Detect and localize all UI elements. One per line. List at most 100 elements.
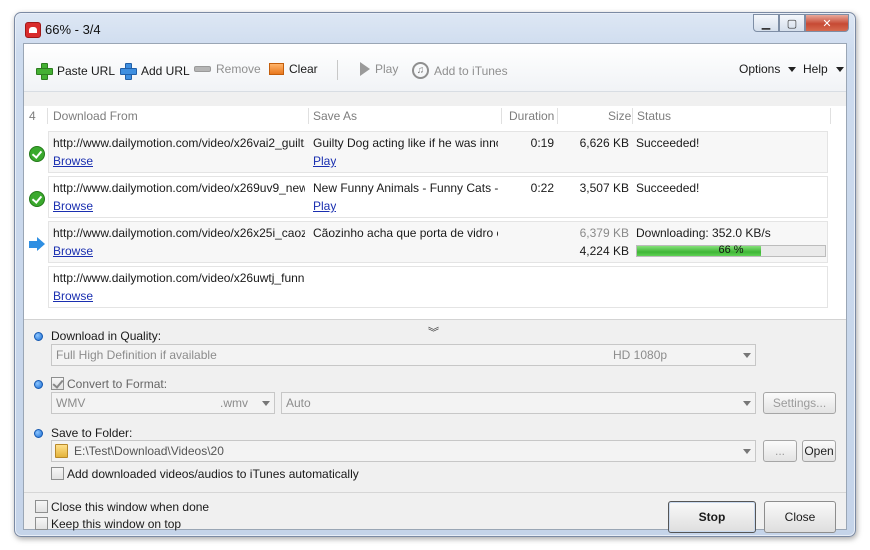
folder-select[interactable]: E:\Test\Download\Videos\20 bbox=[51, 440, 756, 462]
column-divider bbox=[632, 108, 633, 124]
row-url: http://www.dailymotion.com/video/x26vai2… bbox=[53, 136, 305, 150]
folder-value: E:\Test\Download\Videos\20 bbox=[74, 444, 224, 458]
itunes-note-icon: ♫ bbox=[412, 62, 429, 79]
itunes-check-label: Add downloaded videos/audios to iTunes a… bbox=[67, 467, 359, 481]
column-divider bbox=[557, 108, 558, 124]
format-value: WMV bbox=[56, 396, 86, 410]
green-plus-icon bbox=[35, 62, 53, 80]
play-link[interactable]: Play bbox=[313, 199, 336, 213]
options-label: Options bbox=[739, 62, 781, 76]
chevron-down-icon bbox=[743, 401, 751, 406]
collapse-chevron-icon[interactable]: ︾ bbox=[428, 324, 439, 340]
settings-button[interactable]: Settings... bbox=[763, 392, 836, 414]
bullet-icon bbox=[34, 380, 43, 389]
row-url: http://www.dailymotion.com/video/x26uwtj… bbox=[53, 271, 305, 285]
row-save-as: Guilty Dog acting like if he was inno... bbox=[313, 136, 498, 150]
column-divider bbox=[501, 108, 502, 124]
column-divider bbox=[308, 108, 309, 124]
row-url: http://www.dailymotion.com/video/x26x25i… bbox=[53, 226, 305, 240]
row-save-as: Cãozinho acha que porta de vidro e... bbox=[313, 226, 498, 240]
quality-tag: HD 1080p bbox=[613, 348, 668, 362]
remove-button[interactable]: Remove bbox=[194, 62, 261, 76]
column-size[interactable]: Size bbox=[608, 109, 631, 123]
help-label: Help bbox=[803, 62, 828, 76]
download-progress-bar: 66 % bbox=[636, 244, 826, 257]
close-when-done-checkbox[interactable] bbox=[35, 500, 48, 513]
clear-label: Clear bbox=[289, 62, 318, 76]
add-to-itunes-button[interactable]: ♫ Add to iTunes bbox=[412, 62, 508, 79]
chevron-down-icon bbox=[743, 449, 751, 454]
browse-link[interactable]: Browse bbox=[53, 199, 93, 213]
close-button[interactable]: Close bbox=[764, 501, 836, 533]
preset-value: Auto bbox=[286, 396, 311, 410]
play-link[interactable]: Play bbox=[313, 154, 336, 168]
check-circle-icon bbox=[29, 191, 45, 207]
folder-label: Save to Folder: bbox=[51, 426, 133, 440]
row-size-done: 4,224 KB bbox=[579, 244, 629, 258]
progress-percent-sign: % bbox=[733, 244, 744, 256]
eraser-icon bbox=[269, 63, 284, 75]
close-window-button[interactable]: ✕ bbox=[805, 14, 849, 32]
folder-icon bbox=[55, 444, 68, 458]
chevron-down-icon bbox=[835, 66, 844, 72]
paste-url-button[interactable]: Paste URL bbox=[35, 62, 116, 80]
add-url-label: Add URL bbox=[141, 63, 190, 78]
row-size: 6,626 KB bbox=[579, 136, 629, 150]
app-window: 66% - 3/4 ▁ ▢ ✕ Paste URL Add URL Remove bbox=[14, 12, 856, 537]
quality-value: Full High Definition if available bbox=[56, 348, 217, 362]
toolbar-divider bbox=[337, 60, 338, 80]
browse-link[interactable]: Browse bbox=[53, 289, 93, 303]
browse-link[interactable]: Browse bbox=[53, 154, 93, 168]
row-size: 3,507 KB bbox=[579, 181, 629, 195]
download-list: 4 Download From Save As Duration Size St… bbox=[24, 106, 846, 320]
paste-url-label: Paste URL bbox=[57, 63, 116, 78]
itunes-checkbox[interactable] bbox=[51, 467, 64, 480]
arrow-right-icon bbox=[29, 236, 45, 252]
title-bar: 66% - 3/4 ▁ ▢ ✕ bbox=[23, 13, 855, 43]
download-row[interactable]: http://www.dailymotion.com/video/x26vai2… bbox=[29, 131, 828, 173]
row-save-as: New Funny Animals - Funny Cats - ... bbox=[313, 181, 498, 195]
quality-select[interactable]: Full High Definition if available HD 108… bbox=[51, 344, 756, 366]
play-button[interactable]: Play bbox=[360, 62, 398, 76]
add-url-button[interactable]: Add URL bbox=[119, 62, 190, 80]
column-status[interactable]: Status bbox=[637, 109, 671, 123]
app-logo-icon bbox=[25, 22, 41, 38]
clear-button[interactable]: Clear bbox=[269, 62, 318, 76]
chevron-down-icon bbox=[743, 353, 751, 358]
column-download-from[interactable]: Download From bbox=[53, 109, 138, 123]
window-title: 66% - 3/4 bbox=[45, 22, 101, 37]
convert-label: Convert to Format: bbox=[67, 377, 168, 391]
play-icon bbox=[360, 62, 370, 76]
blue-plus-icon bbox=[119, 62, 137, 80]
preset-select[interactable]: Auto bbox=[281, 392, 756, 414]
format-extension: .wmv bbox=[220, 396, 248, 410]
minus-icon bbox=[194, 66, 211, 72]
browse-folder-button[interactable]: ... bbox=[763, 440, 797, 462]
open-folder-button[interactable]: Open bbox=[802, 440, 836, 462]
play-label: Play bbox=[375, 62, 399, 76]
keep-on-top-checkbox[interactable] bbox=[35, 517, 48, 530]
keep-on-top-label: Keep this window on top bbox=[51, 517, 182, 531]
minimize-button[interactable]: ▁ bbox=[753, 14, 779, 32]
column-duration[interactable]: Duration bbox=[509, 109, 554, 123]
quality-label: Download in Quality: bbox=[51, 329, 162, 343]
toolbar: Paste URL Add URL Remove Clear Play ♫ Ad… bbox=[24, 44, 846, 92]
client-area: Paste URL Add URL Remove Clear Play ♫ Ad… bbox=[23, 43, 847, 533]
item-count: 4 bbox=[29, 109, 36, 123]
help-menu[interactable]: Help bbox=[803, 62, 844, 76]
add-to-itunes-label: Add to iTunes bbox=[434, 63, 508, 78]
format-select[interactable]: WMV .wmv bbox=[51, 392, 275, 414]
options-menu[interactable]: Options bbox=[739, 62, 797, 76]
row-status: Downloading: 352.0 KB/s bbox=[636, 226, 771, 240]
stop-button[interactable]: Stop bbox=[668, 501, 756, 533]
maximize-button[interactable]: ▢ bbox=[779, 14, 805, 32]
browse-link[interactable]: Browse bbox=[53, 244, 93, 258]
download-row[interactable]: http://www.dailymotion.com/video/x26x25i… bbox=[29, 221, 828, 263]
download-row[interactable]: http://www.dailymotion.com/video/x26uwtj… bbox=[48, 266, 828, 308]
convert-checkbox[interactable] bbox=[51, 377, 64, 390]
list-header: 4 Download From Save As Duration Size St… bbox=[24, 106, 846, 126]
row-size-total: 6,379 KB bbox=[579, 226, 629, 240]
download-row[interactable]: http://www.dailymotion.com/video/x269uv9… bbox=[29, 176, 828, 218]
column-save-as[interactable]: Save As bbox=[313, 109, 357, 123]
chevron-down-icon bbox=[262, 401, 270, 406]
